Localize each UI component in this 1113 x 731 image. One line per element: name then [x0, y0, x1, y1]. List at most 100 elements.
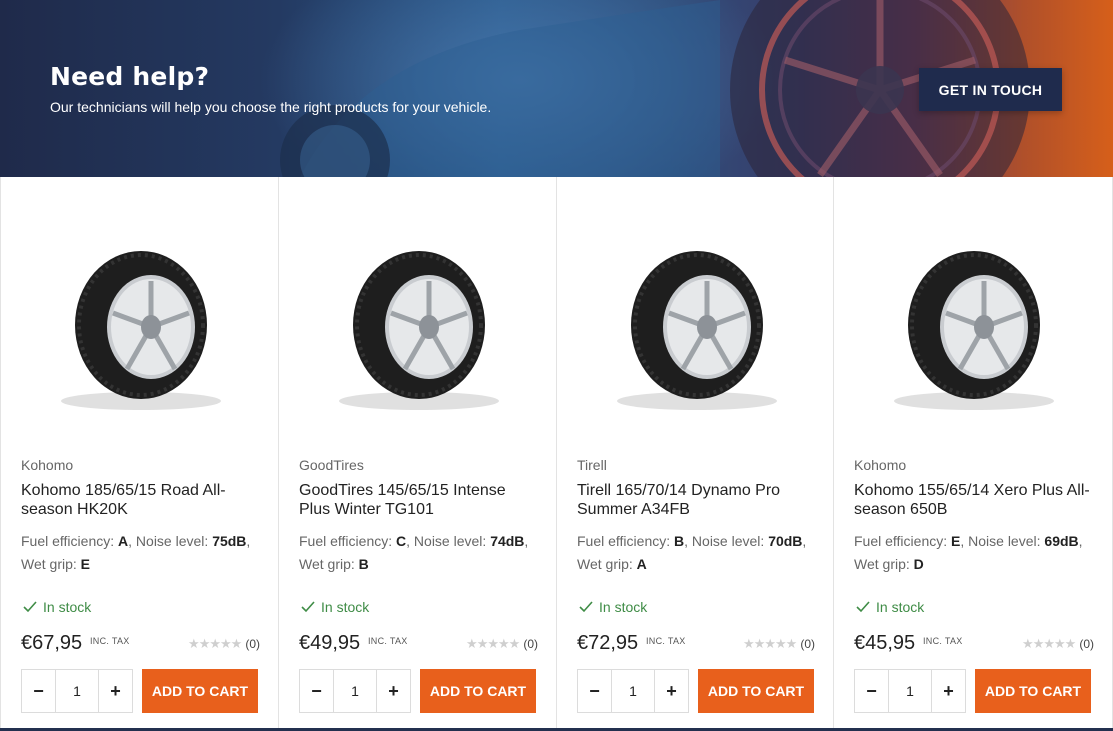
tire-image[interactable]: [301, 229, 537, 419]
add-to-cart-button[interactable]: ADD TO CART: [420, 669, 536, 713]
tire-image[interactable]: [579, 229, 815, 419]
stock-label: In stock: [321, 599, 370, 615]
check-icon: [856, 601, 870, 613]
star-rating-icon: ★★★★★: [188, 636, 242, 651]
increase-quantity-button[interactable]: +: [99, 670, 132, 712]
product-price: €45,95: [854, 632, 916, 654]
noise-label: , Noise level:: [684, 533, 769, 549]
noise-value: 75dB: [212, 533, 247, 549]
rating-count: (0): [245, 637, 260, 651]
wet-value: D: [913, 556, 924, 572]
product-price: €49,95: [299, 632, 361, 654]
tax-label: INC. TAX: [923, 636, 963, 646]
stock-status: In stock: [856, 599, 924, 615]
stock-status: In stock: [579, 599, 647, 615]
noise-value: 70dB: [768, 533, 803, 549]
increase-quantity-button[interactable]: +: [655, 670, 688, 712]
add-to-cart-button[interactable]: ADD TO CART: [142, 669, 258, 713]
rating-count: (0): [1079, 637, 1094, 651]
check-icon: [579, 601, 593, 613]
add-to-cart-button[interactable]: ADD TO CART: [975, 669, 1091, 713]
help-banner: Need help? Our technicians will help you…: [0, 0, 1113, 177]
product-price: €72,95: [577, 632, 639, 654]
quantity-stepper: − 1 +: [854, 669, 966, 713]
increase-quantity-button[interactable]: +: [377, 670, 410, 712]
product-rating[interactable]: ★★★★★ (0): [188, 636, 260, 652]
wet-label: Wet grip:: [577, 556, 637, 572]
quantity-input[interactable]: 1: [611, 670, 655, 712]
quantity-input[interactable]: 1: [333, 670, 377, 712]
product-title[interactable]: GoodTires 145/65/15 Intense Plus Winter …: [299, 481, 539, 519]
product-card: GoodTires GoodTires 145/65/15 Intense Pl…: [279, 177, 557, 731]
wet-value: B: [358, 556, 369, 572]
product-card: Kohomo Kohomo 155/65/14 Xero Plus All-se…: [834, 177, 1113, 731]
get-in-touch-button[interactable]: GET IN TOUCH: [919, 68, 1062, 111]
product-title[interactable]: Kohomo 155/65/14 Xero Plus All-season 65…: [854, 481, 1094, 519]
stock-label: In stock: [599, 599, 648, 615]
stock-status: In stock: [23, 599, 91, 615]
product-title[interactable]: Tirell 165/70/14 Dynamo Pro Summer A34FB: [577, 481, 817, 519]
quantity-stepper: − 1 +: [21, 669, 133, 713]
star-rating-icon: ★★★★★: [1022, 636, 1076, 651]
product-brand: GoodTires: [299, 457, 364, 473]
product-brand: Kohomo: [854, 457, 907, 473]
fuel-label: Fuel efficiency:: [854, 533, 952, 549]
product-specs: Fuel efficiency: C, Noise level: 74dB, W…: [299, 533, 529, 572]
stock-status: In stock: [301, 599, 369, 615]
tire-image[interactable]: [856, 229, 1092, 419]
fuel-label: Fuel efficiency:: [299, 533, 397, 549]
noise-label: , Noise level:: [406, 533, 491, 549]
decrease-quantity-button[interactable]: −: [300, 670, 333, 712]
product-rating[interactable]: ★★★★★ (0): [743, 636, 815, 652]
star-rating-icon: ★★★★★: [743, 636, 797, 651]
product-specs: Fuel efficiency: A, Noise level: 75dB, W…: [21, 533, 251, 572]
tax-label: INC. TAX: [646, 636, 686, 646]
quantity-input[interactable]: 1: [55, 670, 99, 712]
rating-count: (0): [800, 637, 815, 651]
fuel-value: C: [396, 533, 407, 549]
tire-image[interactable]: [23, 229, 259, 419]
fuel-value: A: [118, 533, 129, 549]
product-price: €67,95: [21, 632, 83, 654]
quantity-stepper: − 1 +: [299, 669, 411, 713]
decrease-quantity-button[interactable]: −: [578, 670, 611, 712]
wet-label: Wet grip:: [21, 556, 81, 572]
banner-subtitle: Our technicians will help you choose the…: [50, 99, 492, 115]
product-title[interactable]: Kohomo 185/65/15 Road All-season HK20K: [21, 481, 261, 519]
product-specs: Fuel efficiency: B, Noise level: 70dB, W…: [577, 533, 807, 572]
product-card: Kohomo Kohomo 185/65/15 Road All-season …: [1, 177, 279, 731]
banner-title: Need help?: [50, 62, 210, 91]
wet-label: Wet grip:: [854, 556, 914, 572]
product-specs: Fuel efficiency: E, Noise level: 69dB, W…: [854, 533, 1083, 572]
noise-label: , Noise level:: [128, 533, 213, 549]
fuel-label: Fuel efficiency:: [21, 533, 119, 549]
rating-count: (0): [523, 637, 538, 651]
product-brand: Tirell: [577, 457, 607, 473]
quantity-input[interactable]: 1: [888, 670, 932, 712]
wet-value: E: [80, 556, 90, 572]
stock-label: In stock: [43, 599, 92, 615]
stock-label: In stock: [876, 599, 925, 615]
decrease-quantity-button[interactable]: −: [855, 670, 888, 712]
product-card: Tirell Tirell 165/70/14 Dynamo Pro Summe…: [557, 177, 834, 731]
quantity-stepper: − 1 +: [577, 669, 689, 713]
star-rating-icon: ★★★★★: [466, 636, 520, 651]
product-brand: Kohomo: [21, 457, 74, 473]
noise-value: 69dB: [1044, 533, 1079, 549]
fuel-value: E: [951, 533, 961, 549]
noise-value: 74dB: [490, 533, 525, 549]
wet-value: A: [636, 556, 647, 572]
fuel-label: Fuel efficiency:: [577, 533, 675, 549]
product-rating[interactable]: ★★★★★ (0): [1022, 636, 1094, 652]
product-rating[interactable]: ★★★★★ (0): [466, 636, 538, 652]
check-icon: [301, 601, 315, 613]
decrease-quantity-button[interactable]: −: [22, 670, 55, 712]
tax-label: INC. TAX: [368, 636, 408, 646]
add-to-cart-button[interactable]: ADD TO CART: [698, 669, 814, 713]
check-icon: [23, 601, 37, 613]
tax-label: INC. TAX: [90, 636, 130, 646]
wet-label: Wet grip:: [299, 556, 359, 572]
product-grid: Kohomo Kohomo 185/65/15 Road All-season …: [0, 177, 1113, 731]
noise-label: , Noise level:: [960, 533, 1045, 549]
increase-quantity-button[interactable]: +: [932, 670, 965, 712]
